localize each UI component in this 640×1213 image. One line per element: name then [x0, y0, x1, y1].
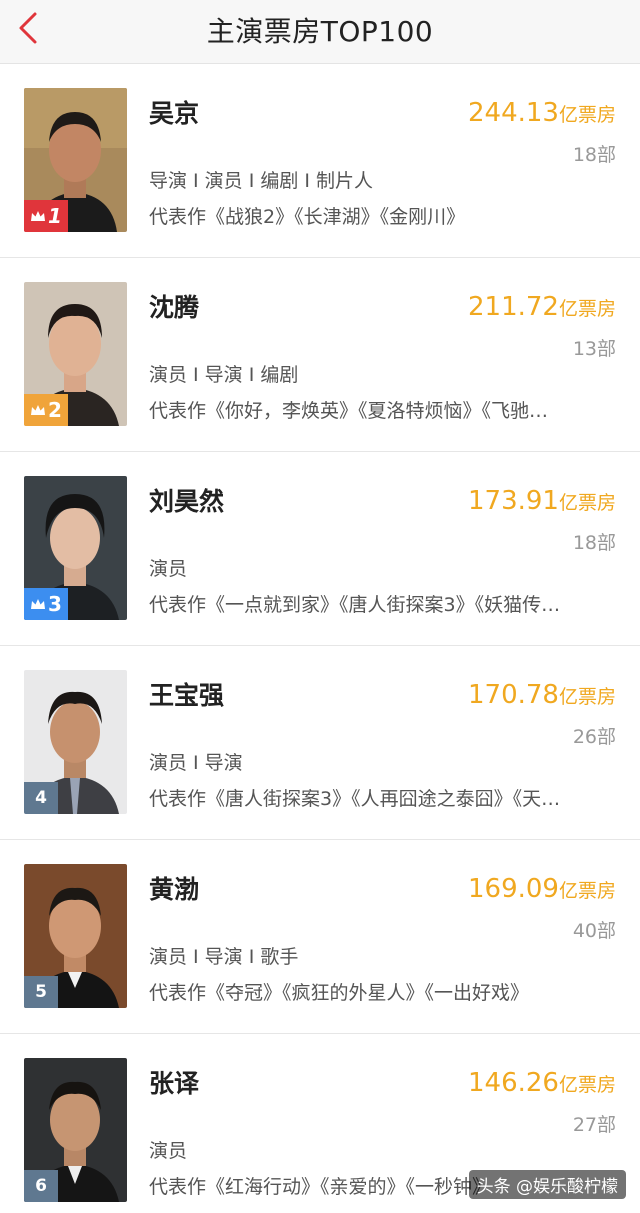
avatar: 6: [24, 1058, 127, 1202]
box-office: 170.78亿票房: [468, 680, 616, 710]
list-item[interactable]: 5 黄渤 169.09亿票房 40部 演员 I 导演 I 歌手 代表作《夺冠》《…: [0, 840, 640, 1034]
representative-works: 代表作《一点就到家》《唐人街探案3》《妖猫传…: [149, 594, 561, 616]
actor-name: 吴京: [149, 99, 200, 128]
actor-name: 黄渤: [149, 875, 200, 904]
representative-works: 代表作《夺冠》《疯狂的外星人》《一出好戏》: [149, 982, 530, 1004]
list-item[interactable]: 1 吴京 244.13亿票房 18部 导演 I 演员 I 编剧 I 制片人 代表…: [0, 64, 640, 258]
actor-name: 沈腾: [149, 293, 200, 322]
avatar: 5: [24, 864, 127, 1008]
roles: 演员 I 导演 I 歌手: [149, 946, 299, 968]
crown-icon: [31, 211, 46, 221]
representative-works: 代表作《唐人街探案3》《人再囧途之泰囧》《天…: [149, 788, 561, 810]
film-count: 13部: [572, 338, 616, 360]
film-count: 18部: [572, 532, 616, 554]
rank-number: 4: [35, 788, 47, 808]
box-office: 211.72亿票房: [468, 292, 616, 322]
roles: 演员 I 导演 I 编剧: [149, 364, 299, 386]
representative-works: 代表作《你好，李焕英》《夏洛特烦恼》《飞驰…: [149, 400, 549, 422]
list-item[interactable]: 4 王宝强 170.78亿票房 26部 演员 I 导演 代表作《唐人街探案3》《…: [0, 646, 640, 840]
box-office-value: 169.09: [468, 874, 559, 904]
box-office-unit: 亿票房: [558, 104, 616, 126]
box-office: 146.26亿票房: [468, 1068, 616, 1098]
crown-icon: [31, 405, 46, 415]
actor-name: 王宝强: [149, 681, 225, 710]
actor-name: 张译: [149, 1069, 200, 1098]
film-count: 18部: [572, 144, 616, 166]
roles: 导演 I 演员 I 编剧 I 制片人: [149, 170, 374, 192]
box-office-unit: 亿票房: [558, 880, 616, 902]
rank-number: 1: [48, 204, 62, 228]
top-bar: 主演票房TOP100: [0, 0, 640, 64]
rank-number: 2: [48, 398, 62, 422]
ranking-list: 1 吴京 244.13亿票房 18部 导演 I 演员 I 编剧 I 制片人 代表…: [0, 64, 640, 1213]
rank-badge: 2: [24, 394, 68, 426]
list-item[interactable]: 2 沈腾 211.72亿票房 13部 演员 I 导演 I 编剧 代表作《你好，李…: [0, 258, 640, 452]
rank-badge: 6: [24, 1170, 58, 1202]
film-count: 26部: [572, 726, 616, 748]
roles: 演员: [149, 558, 188, 580]
box-office: 173.91亿票房: [468, 486, 616, 516]
film-count: 27部: [572, 1114, 616, 1136]
rank-number: 6: [35, 1176, 47, 1196]
avatar: 1: [24, 88, 127, 232]
box-office-value: 146.26: [468, 1068, 559, 1098]
box-office: 244.13亿票房: [468, 98, 616, 128]
crown-icon: [31, 599, 46, 609]
list-item[interactable]: 3 刘昊然 173.91亿票房 18部 演员 代表作《一点就到家》《唐人街探案3…: [0, 452, 640, 646]
film-count: 40部: [572, 920, 616, 942]
roles: 演员: [149, 1140, 188, 1162]
box-office-unit: 亿票房: [558, 492, 616, 514]
representative-works: 代表作《战狼2》《长津湖》《金刚川》: [149, 206, 466, 228]
rank-badge: 3: [24, 588, 68, 620]
box-office-value: 211.72: [468, 292, 559, 322]
box-office-unit: 亿票房: [558, 686, 616, 708]
avatar: 2: [24, 282, 127, 426]
avatar: 4: [24, 670, 127, 814]
actor-name: 刘昊然: [149, 487, 225, 516]
rank-number: 3: [48, 592, 62, 616]
box-office: 169.09亿票房: [468, 874, 616, 904]
rank-badge: 1: [24, 200, 68, 232]
box-office-unit: 亿票房: [558, 298, 616, 320]
roles: 演员 I 导演: [149, 752, 243, 774]
box-office-value: 244.13: [468, 98, 559, 128]
rank-badge: 5: [24, 976, 58, 1008]
avatar: 3: [24, 476, 127, 620]
box-office-value: 170.78: [468, 680, 559, 710]
page-title: 主演票房TOP100: [206, 15, 434, 48]
box-office-value: 173.91: [468, 486, 559, 516]
rank-number: 5: [35, 982, 47, 1002]
watermark: 头条 @娱乐酸柠檬: [468, 1170, 626, 1199]
box-office-unit: 亿票房: [558, 1074, 616, 1096]
rank-badge: 4: [24, 782, 58, 814]
